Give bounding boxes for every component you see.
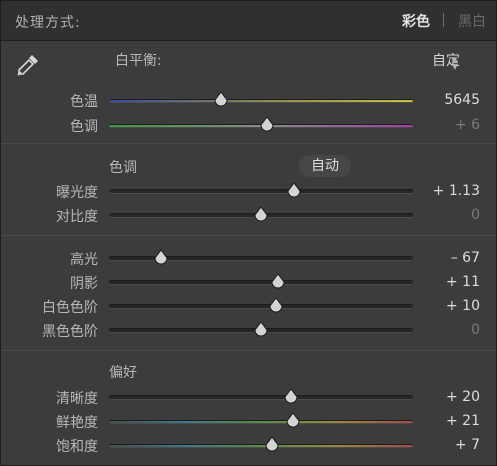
tone-section-label: 色调 bbox=[109, 160, 137, 176]
exposure-label: 曝光度 bbox=[56, 185, 98, 201]
dropdown-arrows-down-icon[interactable]: ▼ bbox=[452, 62, 458, 71]
shadows-label: 阴影 bbox=[70, 276, 98, 292]
whites-label: 白色色阶 bbox=[42, 300, 98, 316]
tint-label: 色调 bbox=[70, 119, 98, 135]
slider-row-highlights: 高光 – 67 bbox=[1, 247, 496, 269]
blacks-value[interactable]: 0 bbox=[471, 322, 480, 338]
temp-label: 色温 bbox=[70, 94, 98, 110]
presence-section-label: 偏好 bbox=[109, 365, 137, 381]
treatment-bw-button[interactable]: 黑白 bbox=[458, 11, 486, 31]
clarity-label: 清晰度 bbox=[56, 391, 98, 407]
slider-row-whites: 白色色阶 + 10 bbox=[1, 295, 496, 317]
slider-row-tint: 色调 + 6 bbox=[1, 114, 496, 136]
temp-value[interactable]: 5645 bbox=[444, 92, 480, 108]
white-balance-row: 白平衡: 自定 ▲ ▼ bbox=[1, 42, 496, 82]
highlights-value[interactable]: – 67 bbox=[451, 250, 480, 266]
slider-row-blacks: 黑色色阶 0 bbox=[1, 319, 496, 341]
slider-row-temp: 色温 5645 bbox=[1, 89, 496, 111]
shadows-value[interactable]: + 11 bbox=[446, 274, 480, 290]
section-divider bbox=[1, 350, 496, 351]
slider-row-exposure: 曝光度 + 1.13 bbox=[1, 180, 496, 202]
slider-row-vibrance: 鲜艳度 + 21 bbox=[1, 410, 496, 432]
saturation-value[interactable]: + 7 bbox=[455, 437, 480, 453]
exposure-slider-track[interactable] bbox=[109, 189, 413, 194]
contrast-label: 对比度 bbox=[56, 209, 98, 225]
shadows-slider-track[interactable] bbox=[109, 280, 413, 285]
tint-value[interactable]: + 6 bbox=[455, 117, 480, 133]
slider-row-clarity: 清晰度 + 20 bbox=[1, 386, 496, 408]
vibrance-label: 鲜艳度 bbox=[56, 415, 98, 431]
clarity-slider-track[interactable] bbox=[109, 395, 413, 400]
whites-slider-track[interactable] bbox=[109, 304, 413, 309]
section-divider bbox=[1, 143, 496, 144]
treatment-color-button[interactable]: 彩色 bbox=[402, 11, 430, 31]
exposure-value[interactable]: + 1.13 bbox=[433, 183, 480, 199]
treatment-label: 处理方式: bbox=[15, 15, 81, 31]
highlights-label: 高光 bbox=[70, 252, 98, 268]
panel-header: 处理方式: 彩色 黑白 bbox=[1, 1, 496, 41]
clarity-value[interactable]: + 20 bbox=[446, 389, 480, 405]
blacks-label: 黑色色阶 bbox=[42, 324, 98, 340]
slider-row-contrast: 对比度 0 bbox=[1, 204, 496, 226]
white-balance-label: 白平衡: bbox=[115, 53, 162, 69]
saturation-label: 饱和度 bbox=[56, 439, 98, 455]
slider-row-shadows: 阴影 + 11 bbox=[1, 271, 496, 293]
section-divider bbox=[1, 235, 496, 236]
temp-slider-track[interactable] bbox=[109, 99, 413, 103]
treatment-separator bbox=[443, 13, 444, 27]
eyedropper-icon[interactable] bbox=[15, 52, 41, 78]
vibrance-slider-track[interactable] bbox=[109, 420, 413, 424]
vibrance-value[interactable]: + 21 bbox=[446, 413, 480, 429]
slider-row-saturation: 饱和度 + 7 bbox=[1, 434, 496, 456]
whites-value[interactable]: + 10 bbox=[446, 298, 480, 314]
saturation-slider-track[interactable] bbox=[109, 444, 413, 448]
auto-tone-button[interactable]: 自动 bbox=[299, 155, 351, 177]
contrast-value[interactable]: 0 bbox=[471, 207, 480, 223]
basic-panel: 处理方式: 彩色 黑白 白平衡: 自定 ▲ ▼ 色温 5645 色调 + 6 色调 … bbox=[0, 0, 497, 466]
